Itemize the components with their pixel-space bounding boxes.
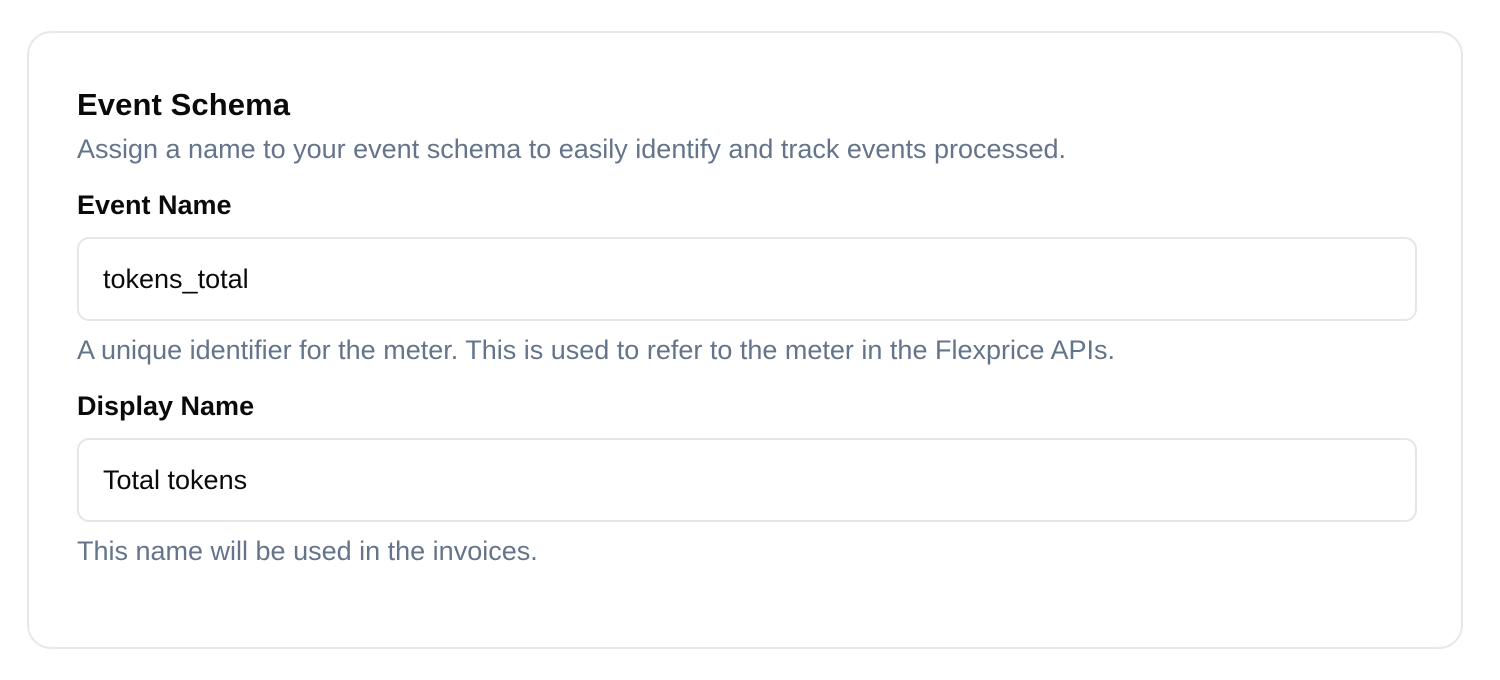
event-name-field-group: Event Name A unique identifier for the m… bbox=[77, 187, 1417, 368]
display-name-help-text: This name will be used in the invoices. bbox=[77, 536, 538, 566]
event-schema-card: Event Schema Assign a name to your event… bbox=[27, 31, 1463, 649]
display-name-input[interactable] bbox=[77, 438, 1417, 522]
event-name-help-text: A unique identifier for the meter. This … bbox=[77, 335, 1116, 365]
display-name-label: Display Name bbox=[77, 391, 255, 421]
section-subtitle: Assign a name to your event schema to ea… bbox=[77, 134, 1067, 164]
event-name-input[interactable] bbox=[77, 237, 1417, 321]
event-name-label: Event Name bbox=[77, 190, 232, 220]
section-title: Event Schema bbox=[77, 87, 291, 122]
display-name-field-group: Display Name This name will be used in t… bbox=[77, 388, 1417, 569]
